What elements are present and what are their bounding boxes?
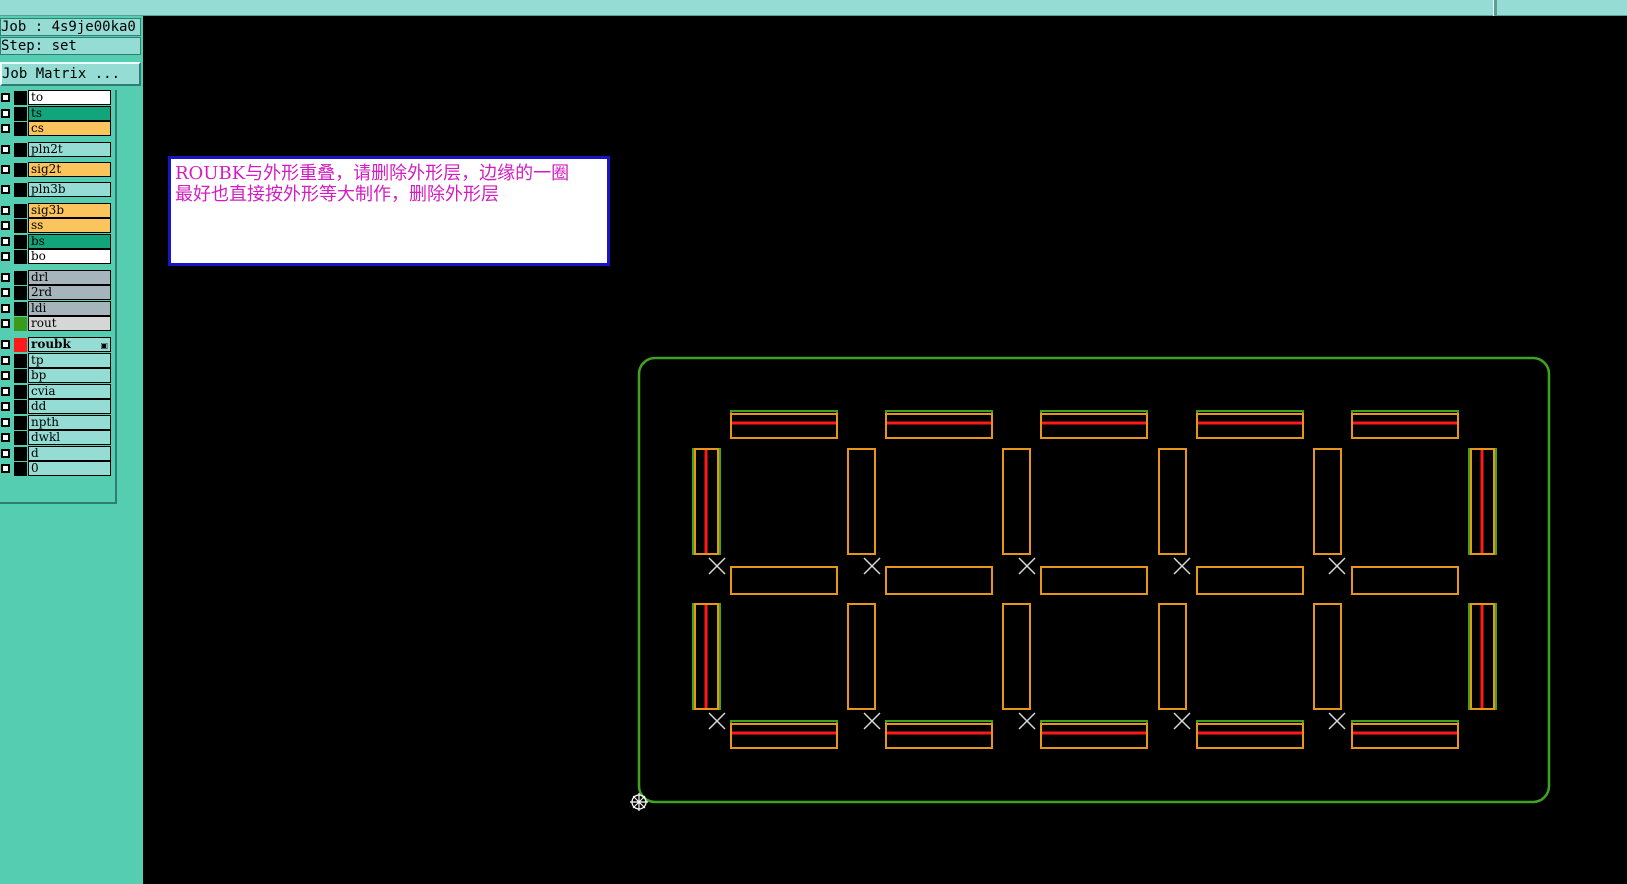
rout-slot (1158, 603, 1187, 710)
rout-slot (885, 723, 993, 749)
rout-slot (730, 413, 838, 439)
board-outline (637, 356, 1551, 804)
rout-slot (1040, 413, 1148, 439)
rout-slot (1158, 448, 1187, 555)
rout-slot (1196, 723, 1304, 749)
rout-slot (1002, 603, 1031, 710)
rout-slot (1313, 603, 1342, 710)
rout-slot (1313, 448, 1342, 555)
annotation-note: ROUBK与外形重叠，请删除外形层，边缘的一圈 最好也直接按外形等大制作，删除外… (168, 156, 610, 266)
rout-slot (1196, 566, 1304, 595)
rout-slot (1196, 413, 1304, 439)
rout-slot (730, 723, 838, 749)
rout-slot (847, 603, 876, 710)
rout-slot (847, 448, 876, 555)
rout-slot (730, 566, 838, 595)
rout-slot (1040, 566, 1148, 595)
rout-slot (1351, 723, 1459, 749)
rout-slot (1040, 723, 1148, 749)
rout-slot (1351, 566, 1459, 595)
rout-slot (1351, 413, 1459, 439)
rout-slot (885, 413, 993, 439)
rout-slot (885, 566, 993, 595)
rout-slot (1002, 448, 1031, 555)
graphics-canvas[interactable] (0, 0, 1627, 884)
